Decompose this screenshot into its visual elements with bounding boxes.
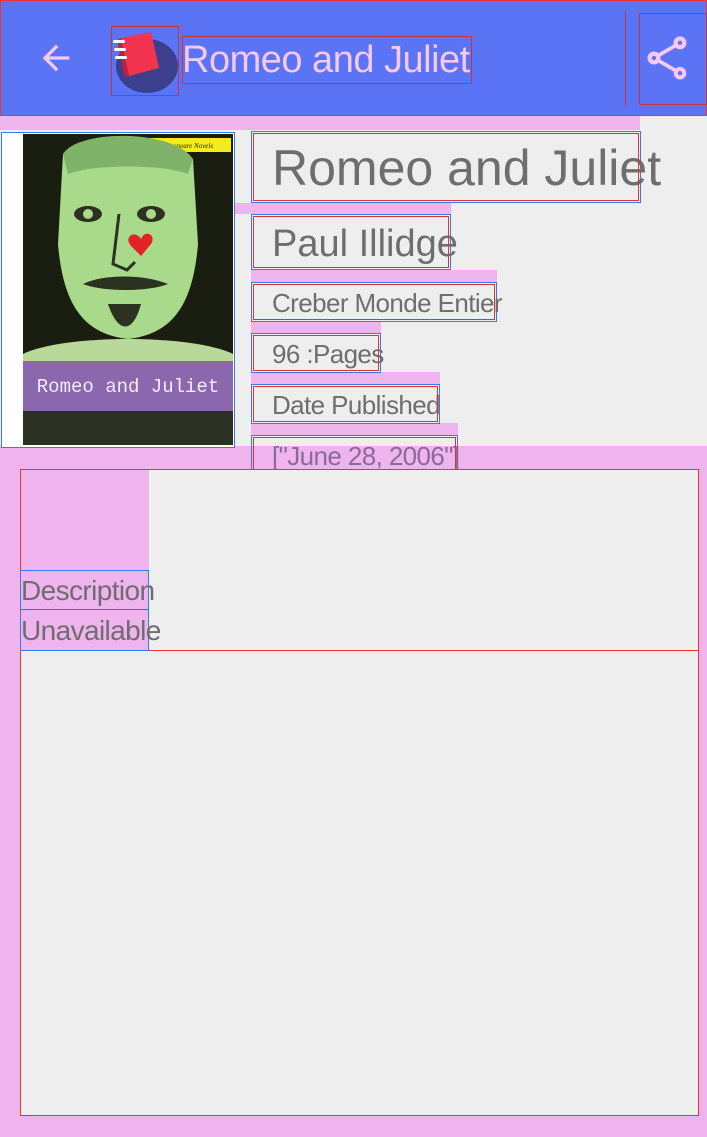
book-title: Romeo and Juliet	[251, 131, 661, 203]
share-button[interactable]	[625, 10, 707, 106]
arrow-back-icon	[42, 44, 70, 72]
app-bar: Romeo and Juliet	[0, 0, 707, 116]
book-page-count: 96 :Pages	[251, 333, 384, 373]
back-button[interactable]	[28, 30, 84, 86]
book-cover-image: The Shakespeare Novels Romeo and Juliet	[1, 132, 235, 448]
book-publisher: Creber Monde Entier	[251, 282, 503, 322]
book-author: Paul Illidge	[251, 214, 458, 270]
app-title: Romeo and Juliet	[182, 36, 472, 84]
description-line-1: Description	[21, 575, 155, 606]
description-line-2: Unavailable	[21, 615, 161, 646]
description-text: Description Unavailable	[20, 570, 161, 651]
date-published-label: Date Published	[251, 384, 441, 424]
book-logo-icon	[111, 26, 179, 96]
cover-title-label: Romeo and Juliet	[37, 376, 219, 398]
